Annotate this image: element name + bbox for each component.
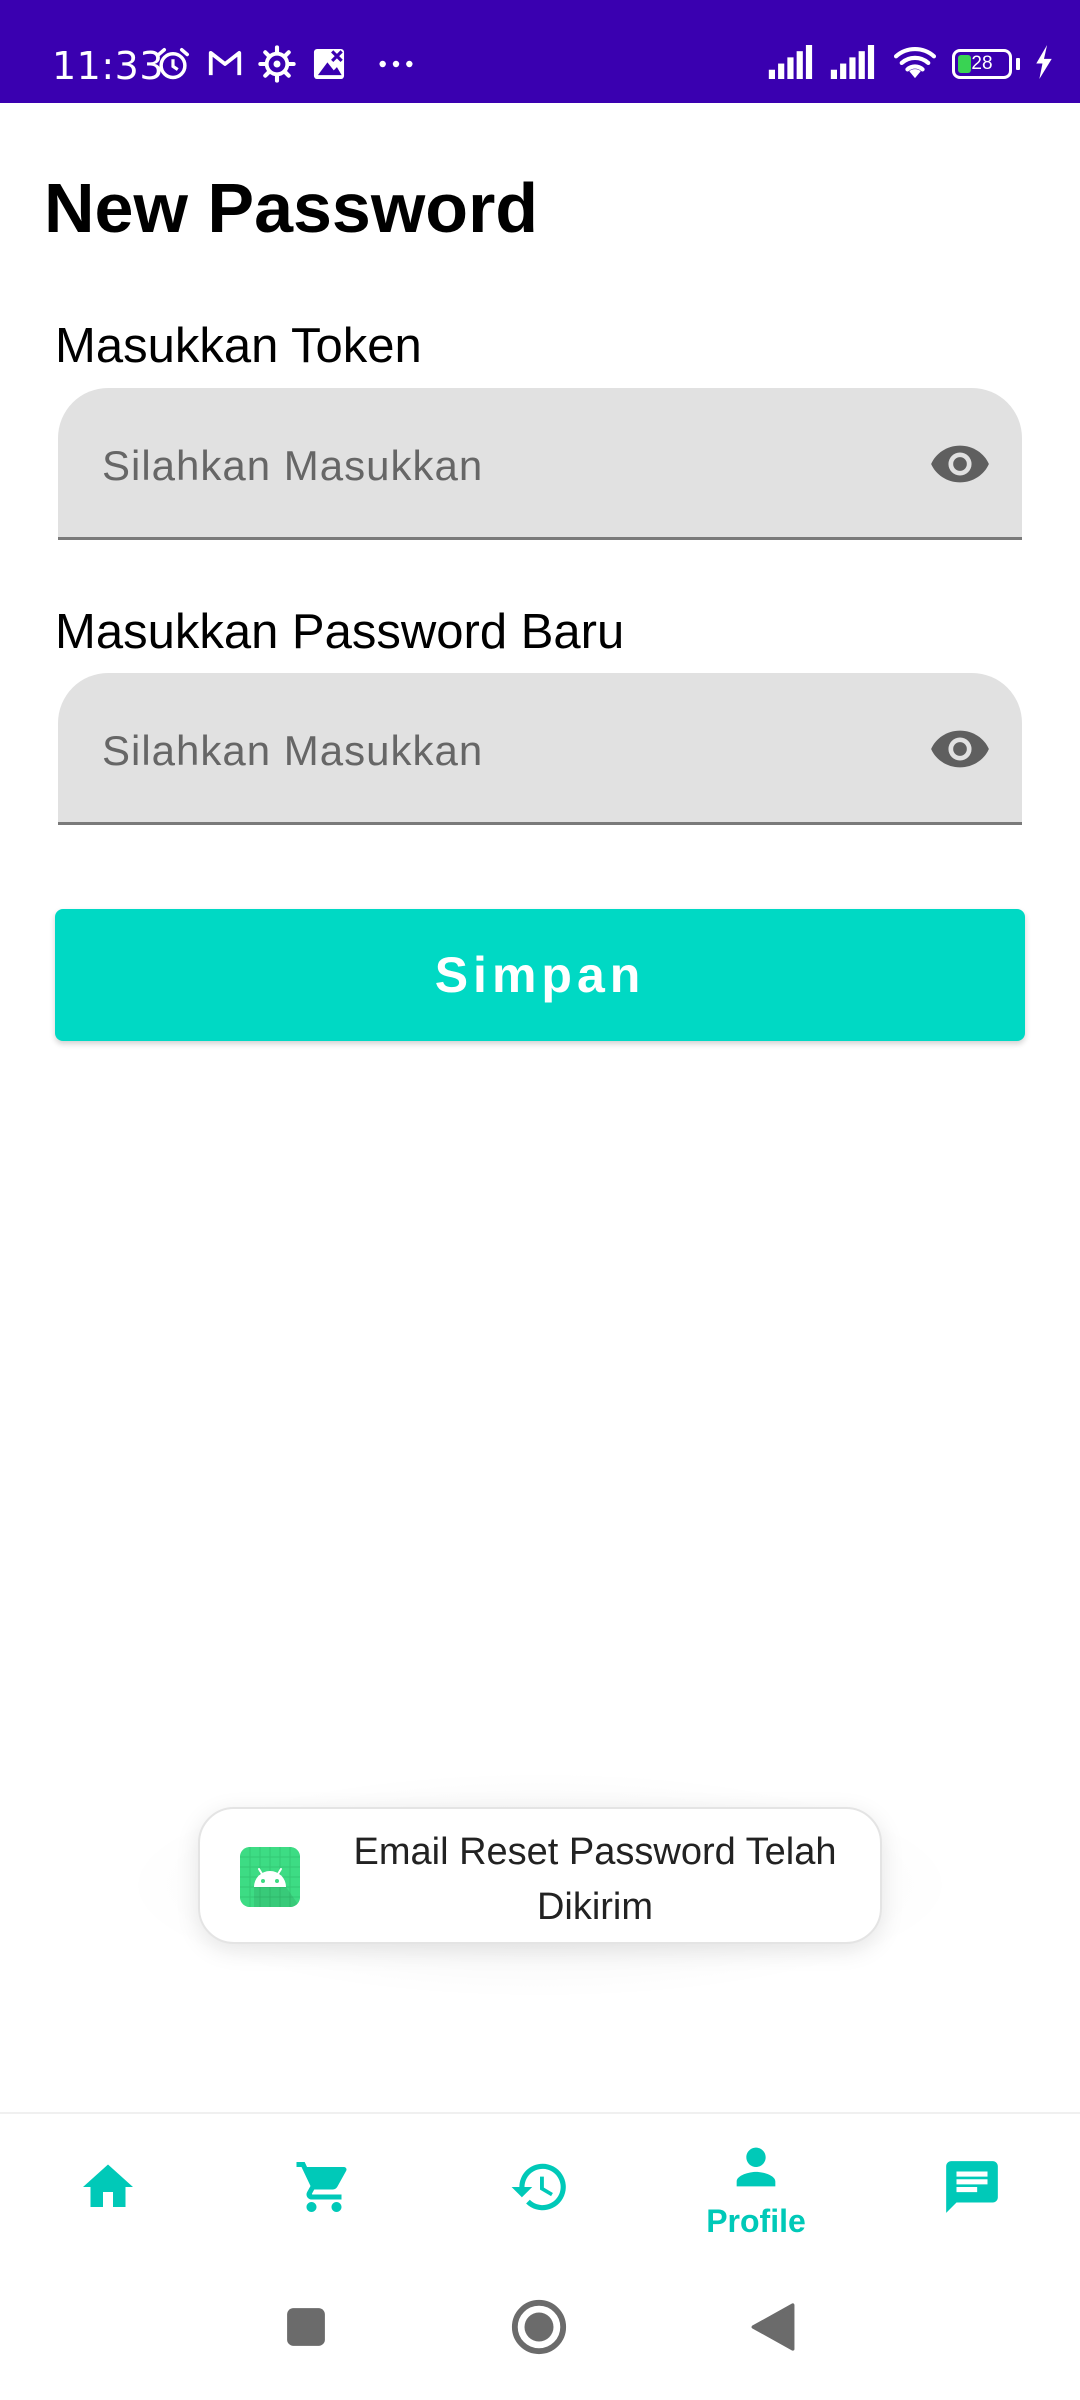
eye-icon[interactable]	[928, 719, 992, 779]
bottom-nav: Profile	[0, 2112, 1080, 2262]
cart-icon	[294, 2157, 354, 2222]
page-title: New Password	[44, 169, 539, 247]
status-icons-left	[154, 44, 416, 84]
signal-icon	[830, 44, 878, 84]
signal-icon	[768, 44, 816, 84]
token-field[interactable]	[58, 388, 1022, 540]
home-system-button[interactable]	[494, 2284, 584, 2374]
image-icon	[310, 45, 348, 83]
nav-label-profile: Profile	[706, 2203, 806, 2239]
charging-icon	[1034, 44, 1054, 84]
battery-icon: 28	[952, 49, 1012, 79]
alarm-icon	[154, 45, 192, 83]
battery-level: 28	[971, 53, 993, 74]
nav-item-profile[interactable]: Profile	[648, 2114, 864, 2264]
system-nav	[0, 2262, 1080, 2400]
recents-button[interactable]	[261, 2284, 351, 2374]
settings-icon	[258, 45, 296, 83]
back-icon	[751, 2302, 795, 2357]
status-icons-right: 28	[768, 44, 1054, 84]
chat-icon	[941, 2156, 1003, 2223]
history-icon	[509, 2156, 571, 2223]
profile-icon	[727, 2138, 785, 2201]
back-button[interactable]	[728, 2284, 818, 2374]
toast: Email Reset Password Telah Dikirim	[198, 1807, 882, 1944]
more-icon	[376, 45, 416, 83]
recents-icon	[285, 2306, 327, 2353]
token-label: Masukkan Token	[55, 319, 422, 373]
status-bar: 11:33 28	[0, 0, 1080, 103]
wifi-icon	[892, 44, 938, 85]
token-input[interactable]	[102, 438, 922, 494]
android-app-icon	[240, 1847, 300, 1907]
new-password-field[interactable]	[58, 673, 1022, 825]
battery-tip	[1016, 58, 1020, 70]
home-circle-icon	[510, 2298, 568, 2361]
gmail-icon	[206, 45, 244, 83]
save-button[interactable]: Simpan	[55, 909, 1025, 1041]
toast-message: Email Reset Password Telah Dikirim	[353, 1831, 837, 1928]
eye-icon[interactable]	[928, 434, 992, 494]
home-icon	[78, 2157, 138, 2222]
nav-item-chat[interactable]	[864, 2114, 1080, 2264]
new-password-input[interactable]	[102, 723, 922, 779]
nav-item-home[interactable]	[0, 2114, 216, 2264]
status-time: 11:33	[52, 44, 165, 88]
new-password-label: Masukkan Password Baru	[55, 605, 625, 659]
nav-item-history[interactable]	[432, 2114, 648, 2264]
nav-item-cart[interactable]	[216, 2114, 432, 2264]
